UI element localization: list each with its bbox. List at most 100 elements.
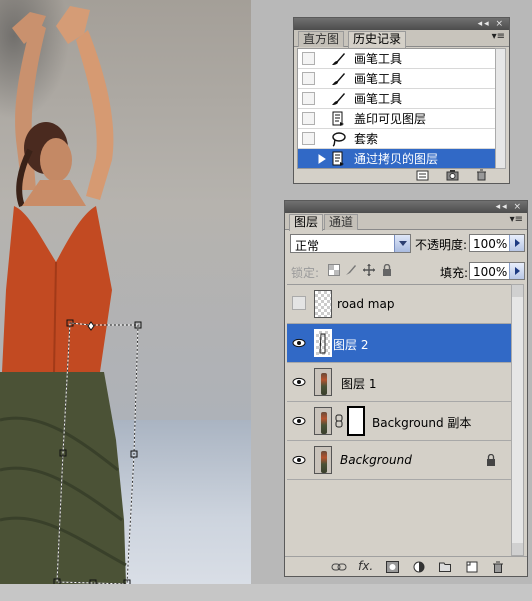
link-layers-icon[interactable]: [331, 561, 347, 573]
tab-histogram[interactable]: 直方图: [298, 31, 345, 47]
brush-icon: [332, 73, 345, 85]
layers-tabbar: 图层 通道 ▾≡: [285, 213, 527, 231]
history-list[interactable]: 画笔工具 画笔工具 画笔工具 盖印可见图层 套索 通过拷贝的图层: [297, 48, 499, 169]
layer-name: 图层 2: [333, 338, 369, 352]
history-item[interactable]: 盖印可见图层: [298, 109, 498, 129]
history-source-checkbox[interactable]: [302, 92, 315, 105]
layer-thumbnail: [314, 290, 332, 318]
delete-layer-icon[interactable]: [492, 561, 504, 573]
lock-image-pixels-icon[interactable]: [345, 264, 357, 276]
fx-icon[interactable]: fx.: [358, 559, 373, 573]
history-panel-menu-icon[interactable]: ▾≡: [492, 31, 505, 42]
blend-mode-value: 正常: [295, 239, 320, 253]
layer-row-background[interactable]: Background: [287, 441, 513, 480]
layer-thumbnail: [314, 407, 332, 435]
add-mask-icon[interactable]: [386, 561, 399, 573]
layer-name: Background 副本: [372, 416, 472, 430]
canvas-bottom-margin: [0, 584, 532, 601]
lock-icon: [487, 454, 495, 466]
layers-footer: fx.: [285, 556, 527, 576]
document-canvas[interactable]: [0, 0, 251, 584]
eye-icon[interactable]: [292, 453, 306, 467]
visibility-toggle-off[interactable]: [292, 296, 306, 310]
eye-icon[interactable]: [292, 414, 306, 428]
dancer-photo: [0, 6, 142, 584]
thumbnail-figure: [321, 412, 327, 434]
history-item[interactable]: 套索: [298, 129, 498, 149]
layer-thumbnail: [314, 329, 332, 357]
opacity-arrow-icon[interactable]: [509, 235, 524, 251]
chevron-down-icon[interactable]: [394, 235, 410, 252]
history-item-label: 画笔工具: [354, 52, 403, 66]
history-source-checkbox[interactable]: [302, 132, 315, 145]
layer-thumbnail: [314, 446, 332, 474]
fill-field[interactable]: 100%: [469, 262, 525, 280]
layer-row-road-map[interactable]: road map: [287, 285, 513, 324]
brush-icon: [332, 53, 345, 65]
opacity-field[interactable]: 100%: [469, 234, 525, 252]
mask-link-icon[interactable]: [335, 414, 343, 428]
layers-titlebar[interactable]: ◂◂ ×: [285, 201, 527, 213]
lock-position-icon[interactable]: [363, 264, 375, 276]
fill-arrow-icon[interactable]: [509, 263, 524, 279]
scroll-down-icon[interactable]: [512, 543, 523, 555]
history-source-checkbox[interactable]: [302, 72, 315, 85]
new-group-icon[interactable]: [439, 561, 451, 572]
document-step-icon: [332, 111, 344, 126]
eye-icon[interactable]: [292, 336, 306, 350]
adjustment-layer-icon[interactable]: [413, 561, 425, 573]
eye-icon[interactable]: [292, 375, 306, 389]
lock-transparent-pixels-icon[interactable]: [328, 264, 340, 276]
scroll-up-icon[interactable]: [512, 285, 523, 297]
layers-panel: ◂◂ × 图层 通道 ▾≡ 正常 不透明度: 100% 锁定: 填充: 100%…: [284, 200, 528, 577]
layer-name: road map: [337, 297, 395, 311]
snapshot-camera-icon[interactable]: [446, 169, 459, 181]
layer-thumbnail: [314, 368, 332, 396]
trash-icon[interactable]: [475, 169, 488, 181]
history-item-label: 通过拷贝的图层: [354, 152, 439, 166]
history-tabbar: 直方图 历史记录 ▾≡: [294, 30, 509, 48]
tab-layers[interactable]: 图层: [289, 214, 324, 231]
layers-scrollbar[interactable]: [511, 284, 524, 556]
history-item-label: 画笔工具: [354, 92, 403, 106]
layer-list[interactable]: road map 图层 2 图层 1 Background 副本 Backgro…: [287, 284, 513, 556]
history-item-label: 套索: [354, 132, 379, 146]
history-item[interactable]: 画笔工具: [298, 69, 498, 89]
history-state-slider-icon[interactable]: [318, 154, 328, 164]
history-footer: [294, 168, 509, 183]
layers-titlebar-buttons[interactable]: ◂◂ ×: [496, 201, 523, 213]
history-item[interactable]: 画笔工具: [298, 49, 498, 69]
layer-name: Background: [340, 453, 412, 467]
fill-label: 填充:: [440, 266, 469, 280]
history-titlebar-buttons[interactable]: ◂◂ ×: [478, 18, 505, 30]
fill-value: 100%: [473, 265, 508, 279]
history-titlebar[interactable]: ◂◂ ×: [294, 18, 509, 30]
history-item-selected[interactable]: 通过拷贝的图层: [298, 149, 498, 168]
layer-row-background-copy[interactable]: Background 副本: [287, 402, 513, 441]
history-panel: ◂◂ × 直方图 历史记录 ▾≡ 画笔工具 画笔工具 画笔工具 盖印可见图层 套…: [293, 17, 510, 184]
tab-history[interactable]: 历史记录: [348, 31, 407, 48]
layer-row-layer-1[interactable]: 图层 1: [287, 363, 513, 402]
tab-channels[interactable]: 通道: [324, 214, 359, 230]
selection-shape-thumbnail: [319, 333, 326, 354]
new-document-from-state-icon[interactable]: [416, 169, 429, 181]
lock-all-icon[interactable]: [381, 264, 393, 276]
lock-label: 锁定:: [291, 266, 320, 280]
blend-mode-select[interactable]: 正常: [290, 234, 411, 253]
brush-icon: [332, 93, 345, 105]
opacity-label: 不透明度:: [415, 238, 468, 252]
history-source-checkbox[interactable]: [302, 152, 315, 165]
layer-mask-thumbnail[interactable]: [347, 406, 365, 436]
history-item-label: 盖印可见图层: [354, 112, 427, 126]
history-item-label: 画笔工具: [354, 72, 403, 86]
thumbnail-figure: [321, 373, 327, 395]
lasso-icon: [332, 132, 346, 147]
layer-name: 图层 1: [341, 377, 377, 391]
layers-panel-menu-icon[interactable]: ▾≡: [510, 214, 523, 225]
new-layer-icon[interactable]: [466, 561, 478, 573]
history-scrollbar[interactable]: [495, 48, 506, 169]
history-source-checkbox[interactable]: [302, 52, 315, 65]
layer-row-layer-2[interactable]: 图层 2: [287, 324, 513, 363]
history-source-checkbox[interactable]: [302, 112, 315, 125]
history-item[interactable]: 画笔工具: [298, 89, 498, 109]
